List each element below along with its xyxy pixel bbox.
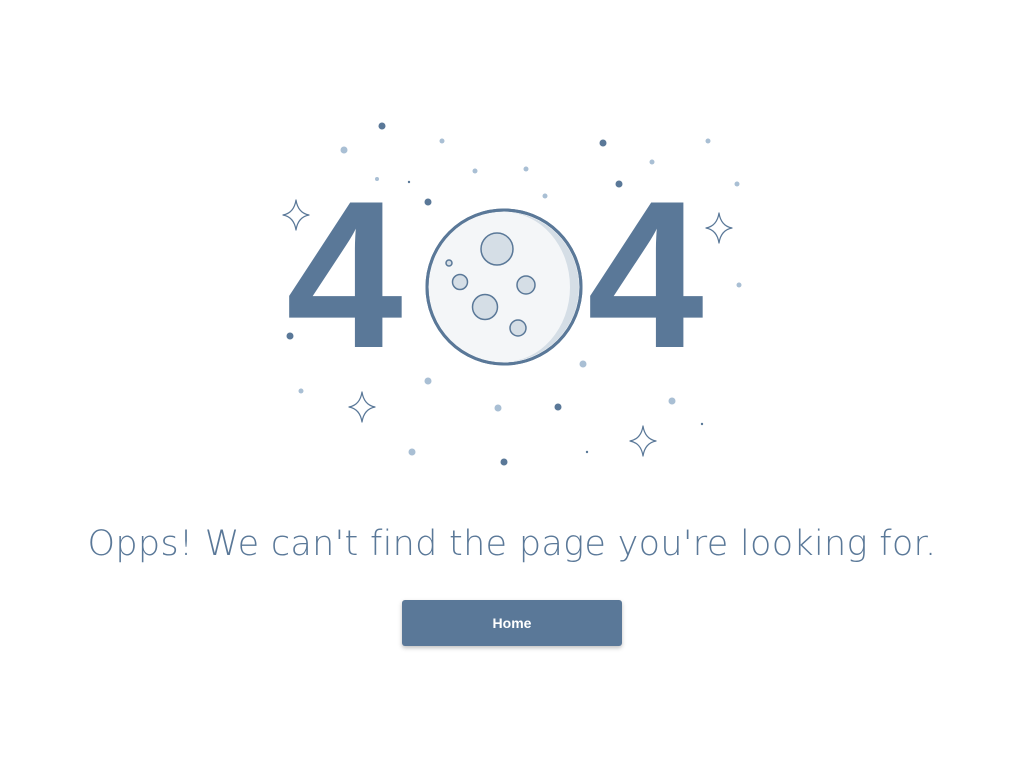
- error-digit-left: 4: [286, 157, 403, 392]
- star-dot-icon: [424, 377, 432, 385]
- crater-icon: [471, 293, 499, 321]
- star-dot-icon: [705, 138, 711, 144]
- crater-icon: [509, 319, 527, 337]
- star-dot-icon: [408, 448, 416, 456]
- star-dot-icon: [542, 193, 548, 199]
- star-dot-icon: [668, 397, 676, 405]
- sparkle-star-icon: [348, 391, 376, 423]
- star-dot-icon: [439, 138, 445, 144]
- star-dot-icon: [700, 422, 704, 426]
- star-dot-icon: [599, 139, 607, 147]
- sparkle-star-icon: [705, 212, 733, 244]
- not-found-page: 4 4 Opps! We can't find the page you're …: [0, 0, 1024, 768]
- star-dot-icon: [579, 360, 587, 368]
- star-dot-icon: [554, 403, 562, 411]
- crater-icon: [480, 232, 514, 266]
- crater-icon: [516, 275, 536, 295]
- home-button[interactable]: Home: [402, 600, 622, 646]
- star-dot-icon: [340, 146, 348, 154]
- star-dot-icon: [472, 168, 478, 174]
- crater-icon: [445, 259, 453, 267]
- star-dot-icon: [734, 181, 740, 187]
- error-message: Opps! We can't find the page you're look…: [87, 524, 937, 564]
- star-dot-icon: [494, 404, 502, 412]
- star-dot-icon: [424, 198, 432, 206]
- star-dot-icon: [378, 122, 386, 130]
- star-dot-icon: [736, 282, 742, 288]
- moon-icon: [425, 208, 583, 366]
- error-digit-right: 4: [587, 157, 704, 392]
- star-dot-icon: [500, 458, 508, 466]
- star-dot-icon: [585, 450, 589, 454]
- crater-icon: [451, 273, 469, 291]
- space-illustration: [282, 122, 742, 466]
- sparkle-star-icon: [629, 425, 657, 457]
- star-dot-icon: [523, 166, 529, 172]
- star-dot-icon: [407, 180, 411, 184]
